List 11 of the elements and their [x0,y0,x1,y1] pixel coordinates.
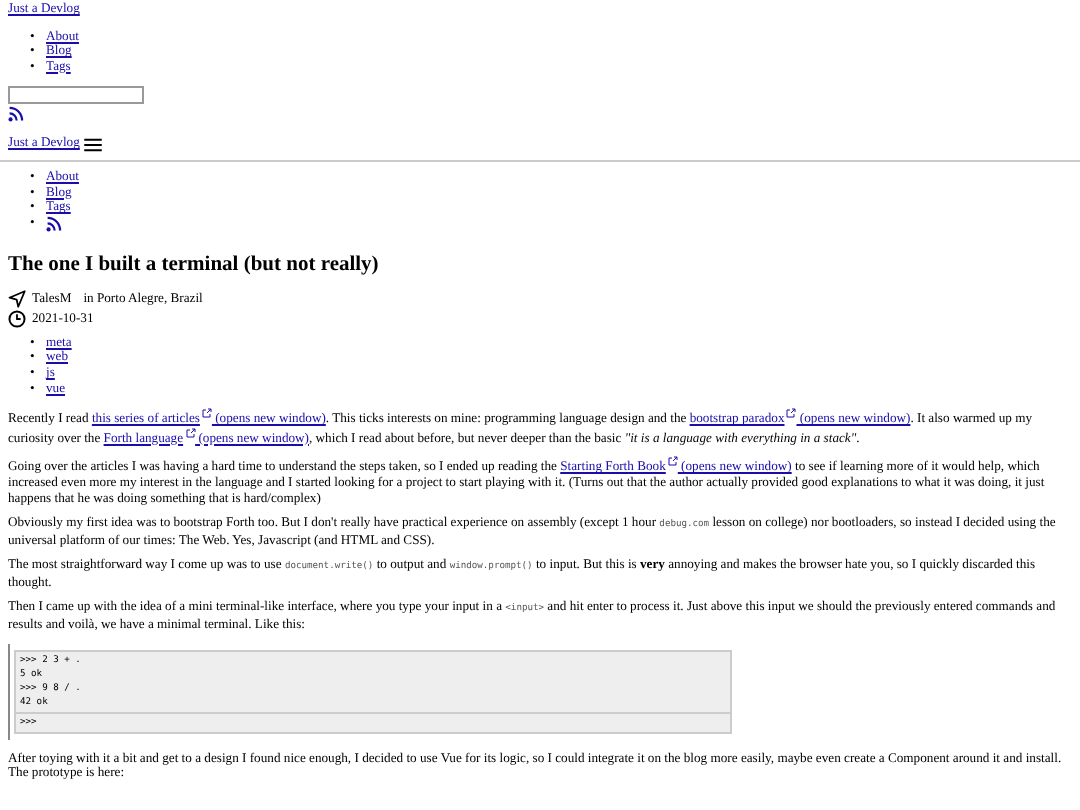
menu-icon[interactable] [83,137,102,152]
external-link-icon [786,408,797,419]
external-link-icon [667,456,678,467]
external-link-icon [185,427,196,438]
rss-icon[interactable] [46,215,62,232]
article-title: The one I built a terminal (but not really) [8,253,381,278]
clock-icon [8,309,26,328]
external-link-icon [201,408,212,419]
rss-icon[interactable] [8,106,24,123]
location-arrow-icon [8,289,26,308]
search-field[interactable] [8,86,144,105]
